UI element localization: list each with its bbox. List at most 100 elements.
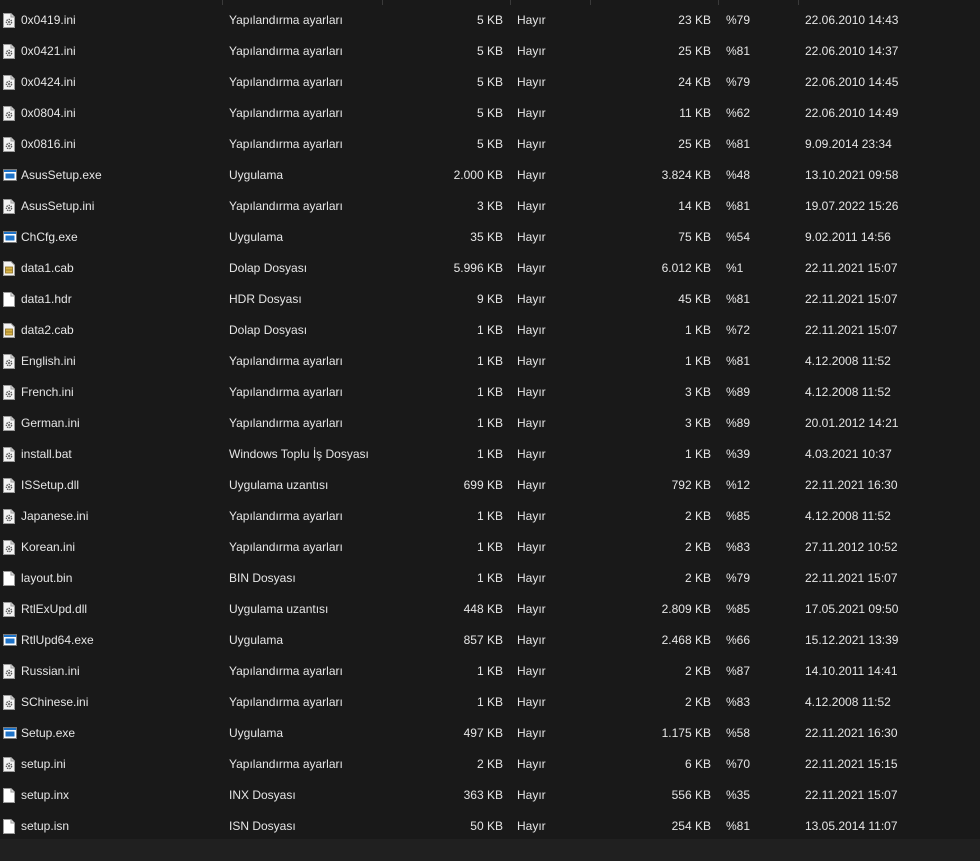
- file-name: Korean.ini: [21, 540, 76, 554]
- settings-file-icon: [3, 664, 15, 679]
- file-packed: Hayır: [517, 168, 546, 182]
- cabinet-file-icon: [3, 261, 15, 276]
- file-packed: Hayır: [517, 44, 546, 58]
- file-row[interactable]: SChinese.ini Yapılandırma ayarları 1 KB …: [0, 687, 980, 718]
- file-row[interactable]: Japanese.ini Yapılandırma ayarları 1 KB …: [0, 501, 980, 532]
- file-name: setup.inx: [21, 788, 70, 802]
- file-row[interactable]: 0x0421.ini Yapılandırma ayarları 5 KB Ha…: [0, 36, 980, 67]
- file-ratio: %1: [726, 261, 744, 275]
- file-ratio: %54: [726, 230, 751, 244]
- file-row[interactable]: ChCfg.exe Uygulama 35 KB Hayır 75 KB %54…: [0, 222, 980, 253]
- file-packed: Hayır: [517, 137, 546, 151]
- file-date: 4.12.2008 11:52: [805, 354, 891, 368]
- file-type: Windows Toplu İş Dosyası: [229, 447, 369, 461]
- file-row[interactable]: 0x0804.ini Yapılandırma ayarları 5 KB Ha…: [0, 98, 980, 129]
- file-row[interactable]: setup.ini Yapılandırma ayarları 2 KB Hay…: [0, 749, 980, 780]
- settings-file-icon: [3, 137, 15, 152]
- file-original-size: 2 KB: [684, 540, 711, 554]
- settings-file-icon: [3, 106, 15, 121]
- file-row[interactable]: ISSetup.dll Uygulama uzantısı 699 KB Hay…: [0, 470, 980, 501]
- file-type: Yapılandırma ayarları: [229, 199, 343, 213]
- bottom-strip: [0, 839, 980, 861]
- file-row[interactable]: 0x0816.ini Yapılandırma ayarları 5 KB Ha…: [0, 129, 980, 160]
- file-date: 22.11.2021 15:07: [805, 323, 898, 337]
- file-name: 0x0804.ini: [21, 106, 76, 120]
- file-date: 13.10.2021 09:58: [805, 168, 899, 182]
- file-row[interactable]: German.ini Yapılandırma ayarları 1 KB Ha…: [0, 408, 980, 439]
- file-date: 22.11.2021 15:07: [805, 292, 898, 306]
- file-type: Yapılandırma ayarları: [229, 664, 343, 678]
- file-row[interactable]: Setup.exe Uygulama 497 KB Hayır 1.175 KB…: [0, 718, 980, 749]
- file-row[interactable]: English.ini Yapılandırma ayarları 1 KB H…: [0, 346, 980, 377]
- file-row[interactable]: French.ini Yapılandırma ayarları 1 KB Ha…: [0, 377, 980, 408]
- file-row[interactable]: install.bat Windows Toplu İş Dosyası 1 K…: [0, 439, 980, 470]
- file-type: Uygulama uzantısı: [229, 478, 329, 492]
- file-size: 1 KB: [476, 385, 503, 399]
- file-row[interactable]: layout.bin BIN Dosyası 1 KB Hayır 2 KB %…: [0, 563, 980, 594]
- file-ratio: %81: [726, 292, 751, 306]
- file-date: 14.10.2011 14:41: [805, 664, 898, 678]
- file-size: 1 KB: [476, 354, 503, 368]
- file-packed: Hayır: [517, 540, 546, 554]
- file-icon-cell: [3, 594, 17, 625]
- file-date: 4.03.2021 10:37: [805, 447, 892, 461]
- file-row[interactable]: Korean.ini Yapılandırma ayarları 1 KB Ha…: [0, 532, 980, 563]
- file-row[interactable]: RtlExUpd.dll Uygulama uzantısı 448 KB Ha…: [0, 594, 980, 625]
- file-row[interactable]: AsusSetup.ini Yapılandırma ayarları 3 KB…: [0, 191, 980, 222]
- file-name: data1.cab: [21, 261, 74, 275]
- file-icon-cell: [3, 811, 17, 842]
- file-size: 857 KB: [463, 633, 503, 647]
- file-original-size: 6 KB: [684, 757, 711, 771]
- file-packed: Hayır: [517, 695, 546, 709]
- file-row[interactable]: AsusSetup.exe Uygulama 2.000 KB Hayır 3.…: [0, 160, 980, 191]
- file-original-size: 11 KB: [679, 106, 711, 120]
- file-name: SChinese.ini: [21, 695, 89, 709]
- file-type: Dolap Dosyası: [229, 323, 308, 337]
- file-ratio: %35: [726, 788, 751, 802]
- file-row[interactable]: Russian.ini Yapılandırma ayarları 1 KB H…: [0, 656, 980, 687]
- file-packed: Hayır: [517, 261, 546, 275]
- file-row[interactable]: 0x0424.ini Yapılandırma ayarları 5 KB Ha…: [0, 67, 980, 98]
- file-original-size: 23 KB: [678, 13, 711, 27]
- file-row[interactable]: RtlUpd64.exe Uygulama 857 KB Hayır 2.468…: [0, 625, 980, 656]
- file-icon-cell: [3, 222, 17, 253]
- file-ratio: %81: [726, 137, 751, 151]
- file-row[interactable]: setup.inx INX Dosyası 363 KB Hayır 556 K…: [0, 780, 980, 811]
- file-original-size: 25 KB: [678, 137, 711, 151]
- blank-file-icon: [3, 571, 15, 586]
- settings-file-icon: [3, 757, 15, 772]
- file-date: 22.11.2021 15:15: [805, 757, 898, 771]
- file-size: 50 KB: [470, 819, 503, 833]
- file-icon-cell: [3, 36, 17, 67]
- file-original-size: 1.175 KB: [661, 726, 711, 740]
- file-name: French.ini: [21, 385, 74, 399]
- file-row[interactable]: 0x0419.ini Yapılandırma ayarları 5 KB Ha…: [0, 5, 980, 36]
- file-original-size: 1 KB: [684, 447, 711, 461]
- file-size: 1 KB: [476, 447, 503, 461]
- file-type: Uygulama: [229, 633, 284, 647]
- file-icon-cell: [3, 129, 17, 160]
- file-ratio: %48: [726, 168, 751, 182]
- file-icon-cell: [3, 253, 17, 284]
- file-packed: Hayır: [517, 447, 546, 461]
- file-date: 13.05.2014 11:07: [805, 819, 898, 833]
- file-packed: Hayır: [517, 571, 546, 585]
- file-type: Dolap Dosyası: [229, 261, 308, 275]
- file-row[interactable]: data1.cab Dolap Dosyası 5.996 KB Hayır 6…: [0, 253, 980, 284]
- file-size: 5 KB: [476, 75, 503, 89]
- file-name: data1.hdr: [21, 292, 72, 306]
- file-row[interactable]: data1.hdr HDR Dosyası 9 KB Hayır 45 KB %…: [0, 284, 980, 315]
- file-row[interactable]: setup.isn ISN Dosyası 50 KB Hayır 254 KB…: [0, 811, 980, 842]
- settings-file-icon: [3, 478, 15, 493]
- settings-file-icon: [3, 602, 15, 617]
- file-row[interactable]: data2.cab Dolap Dosyası 1 KB Hayır 1 KB …: [0, 315, 980, 346]
- file-packed: Hayır: [517, 323, 546, 337]
- settings-file-icon: [3, 540, 15, 555]
- file-ratio: %81: [726, 354, 751, 368]
- file-original-size: 14 KB: [678, 199, 711, 213]
- file-name: Setup.exe: [21, 726, 76, 740]
- file-ratio: %72: [726, 323, 751, 337]
- file-icon-cell: [3, 656, 17, 687]
- settings-file-icon: [3, 13, 15, 28]
- file-icon-cell: [3, 687, 17, 718]
